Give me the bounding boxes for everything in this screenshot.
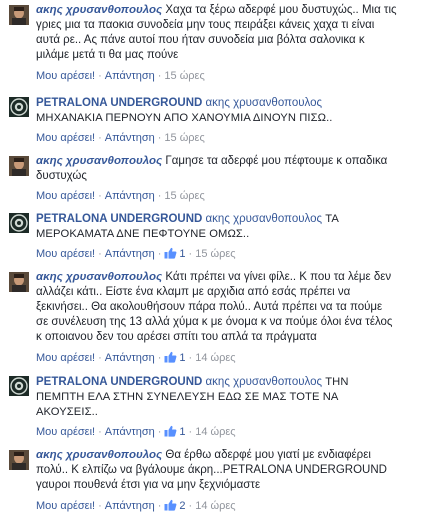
comment-line: Θα έρθω αδερφέ μου γιατί με ενδιαφέρει [165,449,371,461]
thumbs-up-icon[interactable] [164,351,177,363]
page-avatar[interactable] [9,213,29,233]
page-avatar[interactable] [9,97,29,117]
mention-link[interactable]: ακης χρυσανθοπουλος [206,97,323,109]
comment-line: δυστυχώς [36,170,87,182]
separator: · [98,190,102,202]
like-link[interactable]: Μου αρέσει! [36,426,95,438]
like-count[interactable]: 2 [179,500,185,512]
comment-text: ακης χρυσανθοπουλος Γαμησε τα αδερφέ μου… [36,154,431,184]
separator: · [188,426,193,438]
separator: · [98,426,102,438]
comment-line: γριες μια τα παοκια συνοδεία μην τους πε… [36,19,375,31]
separator: · [157,248,162,260]
separator: · [157,426,162,438]
comment-timestamp[interactable]: 14 ώρες [195,352,235,364]
comment-author[interactable]: PETRALONA UNDERGROUND [36,97,202,109]
comment-line: Κάτι πρέπει να γίνει φίλε.. Κ που τα λέμ… [165,271,392,283]
reply-link[interactable]: Απάντηση [105,70,155,82]
comment-text: PETRALONA UNDERGROUND ακης χρυσανθοπουλο… [36,375,431,420]
avatar[interactable] [9,5,29,25]
comment-line: κ οποιανου δεν του αρέσει σπίτι του απλά… [36,331,317,343]
comment-actions: Μου αρέσει! · Απάντηση · 15 ώρες [36,69,205,83]
comment-text: ακης χρυσανθοπουλος Θα έρθω αδερφέ μου γ… [36,448,431,493]
like-link[interactable]: Μου αρέσει! [36,248,95,260]
reply-link[interactable]: Απάντηση [105,132,155,144]
comment-actions: Μου αρέσει! · Απάντηση · 2 · 14 ώρες [36,499,236,513]
separator: · [188,352,193,364]
separator: · [157,500,162,512]
like-link[interactable]: Μου αρέσει! [36,190,95,202]
comment-actions: Μου αρέσει! · Απάντηση · 1 · 14 ώρες [36,425,236,439]
separator: · [157,352,162,364]
comment-line: γαυροι πουθενά έτσι για να μην ξεχνιόμασ… [36,479,261,491]
avatar[interactable] [9,272,29,292]
comment-line: ΠΕΜΠΤΗ ΕΛΑ ΣΤΗΝ ΣΥΝΕΛΕΥΣΗ ΕΔΩ ΣΕ ΜΑΣ ΤΟΤ… [36,391,339,403]
comment-line: αυτά ρε.. Ας πάνε αυτοί που ήταν συνοδεί… [36,34,365,46]
reply-link[interactable]: Απάντηση [105,426,155,438]
separator: · [98,70,102,82]
comment-line: πολύ.. Κ ελπίζω να βγάλουμε άκρη...PETRA… [36,464,387,476]
comment-actions: Μου αρέσει! · Απάντηση · 1 · 14 ώρες [36,351,236,365]
comment-actions: Μου αρέσει! · Απάντηση · 15 ώρες [36,131,205,145]
like-link[interactable]: Μου αρέσει! [36,500,95,512]
thumbs-up-icon[interactable] [164,499,177,511]
separator: · [188,248,193,260]
comment-line: μιλάμε μετά τι θα μας πούνε [36,49,179,61]
comment-timestamp[interactable]: 15 ώρες [164,132,204,144]
mention-link[interactable]: ακης χρυσανθοπουλος [206,376,323,388]
comment-line: σε συνέλευση της 13 αλλά χύμα κ με όνομα… [36,316,393,328]
comment-actions: Μου αρέσει! · Απάντηση · 15 ώρες [36,189,205,203]
comment-line: ΤΑ [325,213,339,225]
comment-line: ξεκινήσει.. Θα ακολουθήσουν πάρα πολύ.. … [36,301,383,313]
comment-feed: ακης χρυσανθοπουλος Χαχα τα ξέρω αδερφέ … [0,0,437,521]
comment-text: PETRALONA UNDERGROUND ακης χρυσανθοπουλο… [36,212,431,242]
separator: · [157,132,162,144]
reply-link[interactable]: Απάντηση [105,500,155,512]
separator: · [188,500,193,512]
comment-author[interactable]: ακης χρυσανθοπουλος [36,271,162,283]
separator: · [98,248,102,260]
comment-author[interactable]: PETRALONA UNDERGROUND [36,213,202,225]
comment-line: ΤΗΝ [325,376,349,388]
comment-line: αλλάζει κάτι.. Είστε ένα κλαμπ με αρχιδι… [36,286,351,298]
like-link[interactable]: Μου αρέσει! [36,70,95,82]
reply-link[interactable]: Απάντηση [105,248,155,260]
like-link[interactable]: Μου αρέσει! [36,132,95,144]
comment-timestamp[interactable]: 15 ώρες [164,190,204,202]
comment-author[interactable]: ακης χρυσανθοπουλος [36,155,162,167]
comment-line: ΜΗΧΑΝΑΚΙΑ ΠΕΡΝΟΥΝ ΑΠΟ ΧΑΝΟΥΜΙΑ ΔΙΝΟΥΝ ΠΙ… [36,112,333,124]
comment-actions: Μου αρέσει! · Απάντηση · 1 · 15 ώρες [36,247,236,261]
comment-timestamp[interactable]: 14 ώρες [195,500,235,512]
mention-link[interactable]: ακης χρυσανθοπουλος [206,213,323,225]
comment-timestamp[interactable]: 15 ώρες [164,70,204,82]
comment-author[interactable]: PETRALONA UNDERGROUND [36,376,202,388]
comment-author[interactable]: ακης χρυσανθοπουλος [36,449,162,461]
reply-link[interactable]: Απάντηση [105,352,155,364]
comment-timestamp[interactable]: 15 ώρες [195,248,235,260]
comment-text: ακης χρυσανθοπουλος Χαχα τα ξέρω αδερφέ … [36,3,431,63]
thumbs-up-icon[interactable] [164,247,177,259]
avatar[interactable] [9,156,29,176]
separator: · [98,500,102,512]
comment-timestamp[interactable]: 14 ώρες [195,426,235,438]
like-count[interactable]: 1 [179,352,185,364]
avatar[interactable] [9,450,29,470]
like-count[interactable]: 1 [179,248,185,260]
separator: · [157,190,162,202]
comment-line: Γαμησε τα αδερφέ μου πέφτουμε κ οπαδικα [165,155,388,167]
page-avatar[interactable] [9,376,29,396]
like-link[interactable]: Μου αρέσει! [36,352,95,364]
reply-link[interactable]: Απάντηση [105,190,155,202]
separator: · [157,70,162,82]
comment-line: ΜΕΡΟΚΑΜΑΤΑ ΔΝΕ ΠΕΦΤΟΥΝΕ ΟΜΩΣ.. [36,228,250,240]
comment-text: PETRALONA UNDERGROUND ακης χρυσανθοπουλο… [36,96,431,126]
comment-text: ακης χρυσανθοπουλος Κάτι πρέπει να γίνει… [36,270,431,345]
comment-author[interactable]: ακης χρυσανθοπουλος [36,4,162,16]
comment-line: ΑΚΟΥΣΕΙΣ.. [36,406,99,418]
thumbs-up-icon[interactable] [164,425,177,437]
like-count[interactable]: 1 [179,426,185,438]
separator: · [98,352,102,364]
separator: · [98,132,102,144]
comment-line: Χαχα τα ξέρω αδερφέ μου δυστυχώς.. Μια τ… [165,4,397,16]
